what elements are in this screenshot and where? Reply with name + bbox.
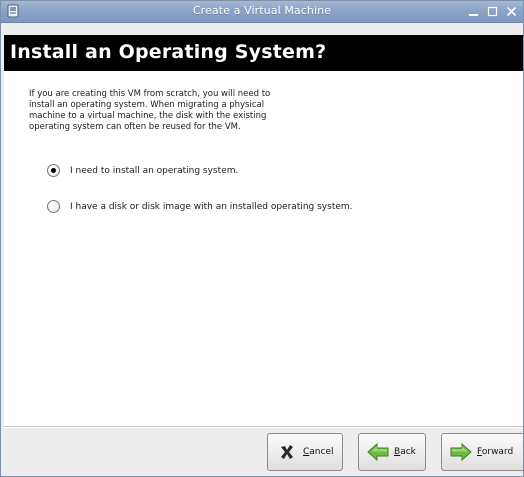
close-button[interactable] xyxy=(504,4,519,19)
radio-install-os[interactable] xyxy=(47,164,60,177)
back-button[interactable]: Back xyxy=(358,433,426,471)
header-banner: Install an Operating System? xyxy=(4,35,523,71)
cancel-x-icon xyxy=(276,442,298,462)
close-icon xyxy=(506,6,517,17)
window-title: Create a Virtual Machine xyxy=(192,4,332,17)
forward-label: Forward xyxy=(477,447,514,457)
maximize-button[interactable] xyxy=(485,4,500,19)
option-existing-disk[interactable]: I have a disk or disk image with an inst… xyxy=(47,200,353,213)
back-label: Back xyxy=(394,447,416,457)
cancel-button[interactable]: Cancel xyxy=(267,433,343,471)
minimize-button[interactable] xyxy=(466,4,481,19)
radio-existing-disk[interactable] xyxy=(47,200,60,213)
page-title: Install an Operating System? xyxy=(10,41,327,63)
content-area: If you are creating this VM from scratch… xyxy=(4,71,523,426)
back-arrow-icon xyxy=(367,442,389,462)
cancel-label: Cancel xyxy=(303,447,334,457)
option-existing-disk-label: I have a disk or disk image with an inst… xyxy=(70,201,353,212)
minimize-icon xyxy=(469,14,478,16)
forward-button[interactable]: Forward xyxy=(441,433,523,471)
option-install-os-label: I need to install an operating system. xyxy=(70,165,239,176)
maximize-icon xyxy=(487,6,498,17)
dialog-window: Create a Virtual Machine Install an Oper… xyxy=(0,0,524,477)
button-bar: Cancel Back Forward xyxy=(267,433,523,471)
forward-arrow-icon xyxy=(450,442,472,462)
title-bar[interactable]: Create a Virtual Machine xyxy=(1,1,523,23)
radio-selected-dot xyxy=(51,168,56,173)
option-install-os[interactable]: I need to install an operating system. xyxy=(47,164,238,177)
intro-text: If you are creating this VM from scratch… xyxy=(29,89,271,132)
button-bar-separator xyxy=(4,426,523,428)
